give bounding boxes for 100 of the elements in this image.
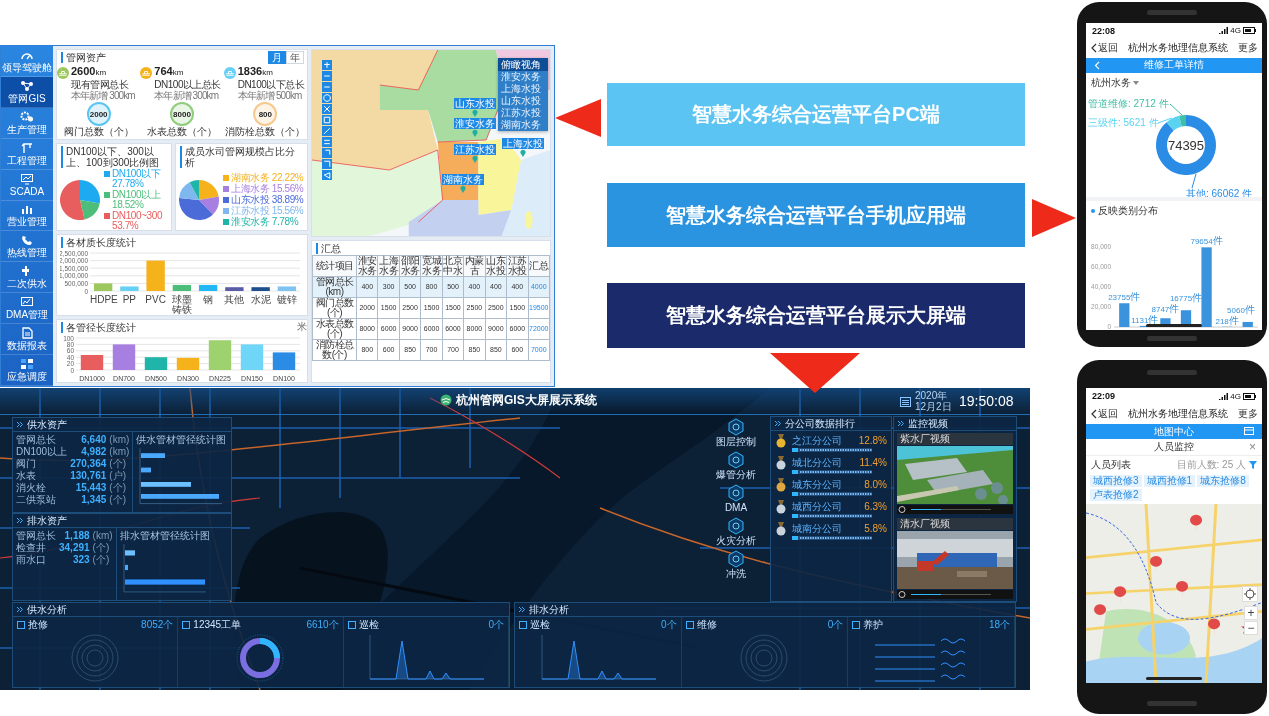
sidebar-item[interactable]: 管网GIS xyxy=(1,76,53,108)
sidebar-item[interactable]: 应急调度 xyxy=(1,355,53,386)
speaker-grille xyxy=(1147,370,1197,375)
count-label: 消防栓总数（个） xyxy=(225,126,306,137)
map-tool-button[interactable] xyxy=(322,104,332,114)
sidebar-item[interactable]: 数据报表 xyxy=(1,324,53,356)
period-tab[interactable]: 年 xyxy=(286,50,304,64)
map-tool-button[interactable] xyxy=(322,71,332,81)
map-tool-button[interactable] xyxy=(322,93,332,103)
column-header: 统计项目 xyxy=(312,255,357,277)
legend-label: DN100以上 18.52% xyxy=(112,190,162,210)
menu-item[interactable]: 山东水投 xyxy=(498,95,548,107)
legend-swatch xyxy=(223,196,229,203)
speaker-grille xyxy=(1147,701,1197,706)
map-pin-icon[interactable] xyxy=(520,149,526,157)
map-tool-button[interactable] xyxy=(322,115,332,125)
message-icon[interactable] xyxy=(1244,427,1254,436)
legend-label: DN100以下 27.78% xyxy=(112,169,162,189)
stat-note: 本年新增 500km xyxy=(237,90,303,101)
count-label: 水表总数（个） xyxy=(147,126,217,137)
team-chip[interactable]: 城东抢修8 xyxy=(1197,475,1249,487)
sidebar-item[interactable]: 领导驾驶舱 xyxy=(1,46,53,77)
bar xyxy=(251,287,270,291)
map-tool-button[interactable] xyxy=(322,159,332,169)
team-chip[interactable]: 城西抢修3 xyxy=(1090,475,1142,487)
locate-button[interactable] xyxy=(1242,586,1258,602)
bar xyxy=(198,284,218,291)
panel-title: 管网资产 xyxy=(61,52,106,63)
caret-icon[interactable] xyxy=(1133,80,1139,85)
value-label: 8747件 xyxy=(1151,303,1180,315)
monitor-icon xyxy=(20,172,34,185)
back-icon[interactable] xyxy=(1094,61,1100,71)
map-tool-button[interactable] xyxy=(322,82,332,92)
map-tool-button[interactable] xyxy=(322,126,332,136)
sidebar-item[interactable]: 营业管理 xyxy=(1,200,53,232)
zoom-out-button[interactable]: − xyxy=(1244,621,1258,635)
zoom-in-button[interactable]: + xyxy=(1244,606,1258,620)
count-label: 目前人数: 25 人 xyxy=(1176,458,1246,472)
menu-item[interactable]: 江苏水投 xyxy=(498,107,548,119)
axis-label: 镀锌 xyxy=(275,295,298,307)
stat-value: 764km xyxy=(154,65,185,79)
stat-note: 本年新增 300km xyxy=(71,90,135,101)
filter-icon[interactable] xyxy=(1249,461,1257,469)
team-chip[interactable]: 卢表抢修2 xyxy=(1090,489,1142,501)
map-tool-button[interactable] xyxy=(322,170,332,180)
stat-note: 本年新增 300km xyxy=(154,90,220,101)
title-banner: 智慧水务综合运营平台手机应用端 xyxy=(607,183,1025,247)
more-link[interactable]: 更多 xyxy=(1238,41,1258,56)
panel-title: 各材质长度统计 xyxy=(61,237,136,248)
signal-icon xyxy=(1219,27,1229,35)
table-cell: 消防栓总数(个) xyxy=(312,339,357,361)
marker-label[interactable]: 江苏水投 xyxy=(454,144,496,155)
map-tool-button[interactable] xyxy=(322,148,332,158)
chevron-icon xyxy=(1090,43,1097,54)
value-label: 79654件 xyxy=(1190,235,1223,247)
map-tool-button[interactable] xyxy=(322,137,332,147)
column-header: 淮安水务 xyxy=(356,255,378,277)
column-header: 汇总 xyxy=(528,255,550,277)
stat-value: 1836km xyxy=(237,65,274,79)
network-label: 4G xyxy=(1230,26,1241,36)
bar xyxy=(172,284,192,291)
team-chip[interactable]: 城西抢修1 xyxy=(1143,475,1196,487)
legend-label: 山东水投 38.89% xyxy=(231,194,304,205)
home-indicator xyxy=(1146,677,1202,680)
sidebar-item[interactable]: DMA管理 xyxy=(1,293,53,325)
grid-icon xyxy=(20,358,34,370)
menu-item[interactable]: 淮安水务 xyxy=(498,71,548,83)
count-label: 阀门总数（个） xyxy=(63,126,134,137)
marker-label[interactable]: 山东水投 xyxy=(454,98,496,109)
menu-item[interactable]: 湖南水务 xyxy=(498,119,548,131)
status-time: 22:08 xyxy=(1092,25,1116,36)
column-header: 上海水务 xyxy=(377,255,400,277)
sidebar-item[interactable]: 热线管理 xyxy=(1,231,53,263)
period-tab[interactable]: 月 xyxy=(268,50,286,64)
title-banner: 智慧水务综合运营平台PC端 xyxy=(607,83,1025,146)
map-tool-button[interactable] xyxy=(322,60,332,70)
marker-label[interactable]: 上海水投 xyxy=(502,138,544,149)
sidebar-item[interactable]: 二次供水 xyxy=(1,262,53,294)
marker-label[interactable]: 湖南水务 xyxy=(442,174,484,185)
panel-title: 人员监控 xyxy=(1154,440,1194,454)
sidebar-item[interactable]: 工程管理 xyxy=(1,138,53,170)
sidebar-item[interactable]: SCADA xyxy=(1,169,53,201)
table-cell: 水表总数(个) xyxy=(312,318,357,340)
menu-title[interactable]: 俯瞰视角 xyxy=(498,58,548,71)
menu-item[interactable]: 上海水投 xyxy=(498,83,548,95)
list-label: 人员列表 xyxy=(1091,458,1131,472)
filter-dropdown[interactable]: 杭州水务 xyxy=(1091,75,1131,90)
map-pin-icon[interactable] xyxy=(472,109,478,117)
axis-label: PP xyxy=(121,295,138,307)
map-pin-icon[interactable] xyxy=(472,129,478,137)
gears-icon xyxy=(20,110,34,123)
back-button[interactable]: 返回 xyxy=(1090,407,1118,421)
back-button[interactable]: 返回 xyxy=(1090,41,1118,56)
marker-label[interactable]: 淮安水务 xyxy=(454,118,496,129)
more-link[interactable]: 更多 xyxy=(1238,407,1258,421)
sidebar-item[interactable]: 生产管理 xyxy=(1,107,53,139)
app-title: 杭州水务地理信息系统 xyxy=(1128,407,1228,421)
count-circle: 2000 xyxy=(86,102,111,126)
close-button[interactable]: × xyxy=(1249,440,1256,454)
axis-title: 米 xyxy=(296,322,307,332)
